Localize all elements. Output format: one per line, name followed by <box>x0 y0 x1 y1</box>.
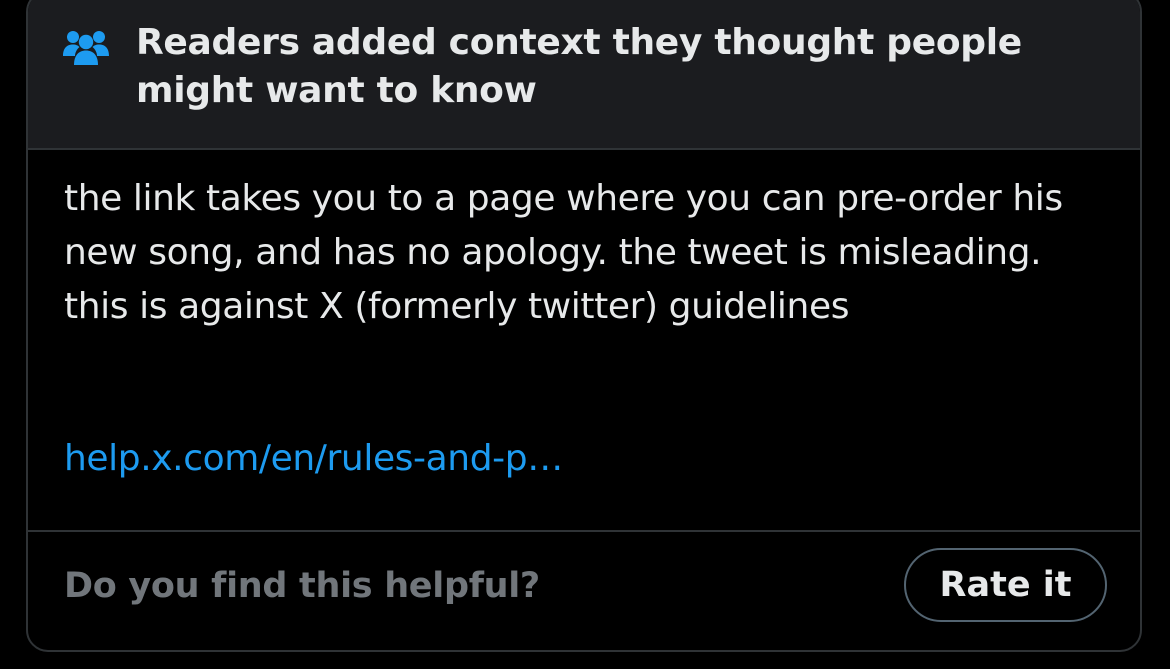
note-body: the link takes you to a page where you c… <box>64 172 1124 334</box>
note-header: Readers added context they thought peopl… <box>28 0 1140 150</box>
note-title: Readers added context they thought peopl… <box>136 22 1022 111</box>
community-note-card: Readers added context they thought peopl… <box>26 0 1142 652</box>
people-icon <box>63 29 109 65</box>
note-paragraph: this is against X (formerly twitter) gui… <box>64 286 850 327</box>
note-paragraph: the link takes you to a page where you c… <box>64 178 1063 273</box>
helpful-question: Do you find this helpful? <box>64 566 540 606</box>
note-footer: Do you find this helpful? Rate it <box>28 530 1140 650</box>
rate-it-button[interactable]: Rate it <box>904 548 1107 622</box>
source-link[interactable]: help.x.com/en/rules-and-p… <box>64 432 563 486</box>
